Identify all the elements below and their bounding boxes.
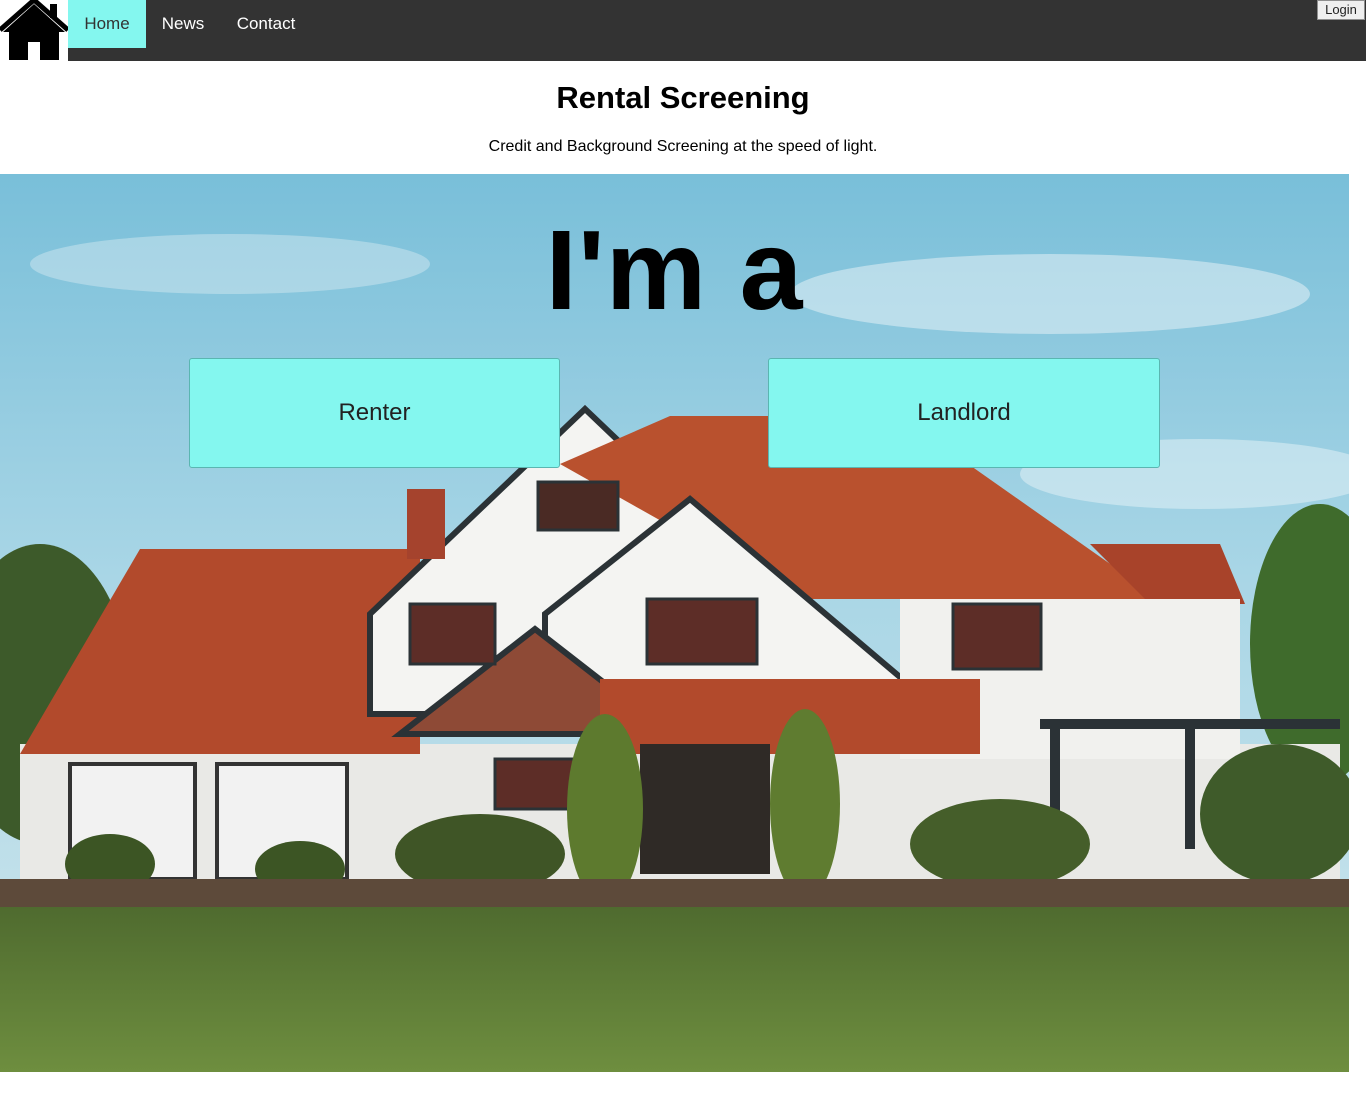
hero-heading: I'm a [545, 207, 804, 333]
hero-section: I'm a [0, 174, 1349, 1072]
nav-link-contact[interactable]: Contact [220, 0, 312, 48]
page-subtitle: Credit and Background Screening at the s… [488, 138, 878, 155]
login-button[interactable]: Login [1317, 0, 1365, 20]
landlord-button[interactable]: Landlord [768, 358, 1160, 468]
page-title: Rental Screening [556, 80, 810, 115]
nav-link-home[interactable]: Home [68, 0, 146, 48]
nav-link-news[interactable]: News [146, 0, 220, 48]
top-navbar: Home News Contact Login [0, 0, 1366, 61]
logo[interactable] [0, 0, 68, 61]
renter-button[interactable]: Renter [189, 358, 560, 468]
house-icon [0, 0, 68, 60]
